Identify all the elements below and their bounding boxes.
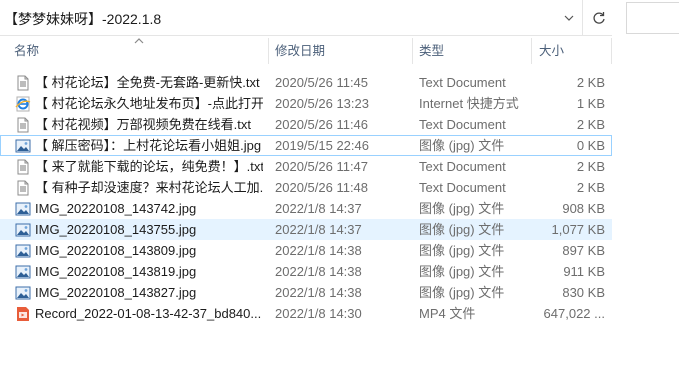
file-row[interactable]: 【 解压密码】：上村花论坛看小姐姐.jpg 2019/5/15 22:46 图像…: [0, 135, 612, 156]
file-name: 【 来了就能下载的论坛，纯免费！】.txt: [35, 159, 263, 174]
file-type: Text Document: [419, 159, 506, 174]
file-date-modified: 2020/5/26 11:48: [275, 180, 369, 195]
file-name: IMG_20220108_143809.jpg: [35, 243, 197, 258]
file-size: 0 KB: [576, 138, 605, 153]
file-type: 图像 (jpg) 文件: [419, 201, 505, 216]
file-list: 【 村花论坛】全免费-无套路-更新快.txt 2020/5/26 11:45 T…: [0, 72, 612, 324]
column-header-name[interactable]: 名称: [14, 37, 264, 65]
file-type: Text Document: [419, 117, 506, 132]
file-name: 【 有种子却没速度？来村花论坛人工加...: [35, 180, 263, 195]
file-size: 2 KB: [576, 180, 605, 195]
file-name: 【 村花论坛】全免费-无套路-更新快.txt: [35, 75, 260, 90]
column-divider[interactable]: [531, 38, 532, 64]
text-file-icon: [15, 75, 31, 91]
column-header-name-label: 名称: [14, 44, 40, 58]
file-name: 【 解压密码】：上村花论坛看小姐姐.jpg: [35, 138, 262, 153]
file-date-modified: 2019/5/15 22:46: [275, 138, 369, 153]
file-row[interactable]: IMG_20220108_143819.jpg 2022/1/8 14:38 图…: [0, 261, 612, 282]
file-size: 1 KB: [576, 96, 605, 111]
file-row[interactable]: 【 村花视频】万部视频免费在线看.txt 2020/5/26 11:46 Tex…: [0, 114, 612, 135]
address-divider: [582, 0, 583, 36]
column-divider[interactable]: [412, 38, 413, 64]
file-row[interactable]: 【 村花论坛】全免费-无套路-更新快.txt 2020/5/26 11:45 T…: [0, 72, 612, 93]
refresh-icon: [592, 12, 605, 24]
file-date-modified: 2022/1/8 14:37: [275, 201, 362, 216]
file-type: Internet 快捷方式: [419, 96, 519, 111]
column-header-date-label: 修改日期: [275, 44, 326, 58]
address-history-dropdown[interactable]: [556, 0, 582, 36]
file-date-modified: 2022/1/8 14:38: [275, 264, 362, 279]
file-size: 908 KB: [562, 201, 605, 216]
file-date-modified: 2020/5/26 11:47: [275, 159, 369, 174]
image-file-icon: [15, 201, 31, 217]
file-type: 图像 (jpg) 文件: [419, 222, 505, 237]
file-size: 647,022 ...: [543, 306, 605, 321]
text-file-icon: [15, 180, 31, 196]
file-type: Text Document: [419, 75, 506, 90]
file-name: IMG_20220108_143819.jpg: [35, 264, 197, 279]
file-size: 911 KB: [563, 264, 605, 279]
file-row[interactable]: Record_2022-01-08-13-42-37_bd840... 2022…: [0, 303, 612, 324]
file-type: 图像 (jpg) 文件: [419, 138, 505, 153]
file-size: 1,077 KB: [551, 222, 606, 237]
address-path[interactable]: 【梦梦妹妹呀】-2022.1.8: [4, 9, 161, 29]
file-row[interactable]: IMG_20220108_143742.jpg 2022/1/8 14:37 图…: [0, 198, 612, 219]
column-divider[interactable]: [268, 38, 269, 64]
file-name: IMG_20220108_143755.jpg: [35, 222, 197, 237]
file-date-modified: 2020/5/26 11:46: [275, 117, 369, 132]
chevron-down-icon: [564, 15, 574, 21]
file-type: 图像 (jpg) 文件: [419, 285, 505, 300]
column-header-date[interactable]: 修改日期: [275, 37, 410, 65]
file-size: 2 KB: [576, 159, 605, 174]
image-file-icon: [15, 285, 31, 301]
file-name: 【 村花论坛永久地址发布页】-点此打开: [35, 96, 263, 111]
file-name: IMG_20220108_143827.jpg: [35, 285, 197, 300]
text-file-icon: [15, 159, 31, 175]
file-row[interactable]: 【 村花论坛永久地址发布页】-点此打开 2020/5/26 13:23 Inte…: [0, 93, 612, 114]
file-type: 图像 (jpg) 文件: [419, 264, 505, 279]
refresh-button[interactable]: [585, 0, 612, 36]
file-date-modified: 2020/5/26 13:23: [275, 96, 369, 111]
file-row[interactable]: 【 有种子却没速度？来村花论坛人工加... 2020/5/26 11:48 Te…: [0, 177, 612, 198]
image-file-icon: [15, 222, 31, 238]
file-row[interactable]: IMG_20220108_143827.jpg 2022/1/8 14:38 图…: [0, 282, 612, 303]
address-bar[interactable]: 【梦梦妹妹呀】-2022.1.8: [0, 0, 612, 36]
file-row[interactable]: IMG_20220108_143755.jpg 2022/1/8 14:37 图…: [0, 219, 612, 240]
file-type: 图像 (jpg) 文件: [419, 243, 505, 258]
file-row[interactable]: 【 来了就能下载的论坛，纯免费！】.txt 2020/5/26 11:47 Te…: [0, 156, 612, 177]
column-header-size-label: 大小: [539, 44, 565, 58]
file-size: 2 KB: [576, 117, 605, 132]
file-date-modified: 2022/1/8 14:38: [275, 243, 362, 258]
column-header-size[interactable]: 大小: [539, 37, 609, 65]
file-type: MP4 文件: [419, 306, 476, 321]
column-header-type-label: 类型: [419, 44, 445, 58]
image-file-icon: [15, 138, 31, 154]
file-name: 【 村花视频】万部视频免费在线看.txt: [35, 117, 251, 132]
file-size: 897 KB: [562, 243, 605, 258]
column-divider[interactable]: [611, 38, 612, 64]
file-size: 830 KB: [562, 285, 605, 300]
search-input[interactable]: [626, 2, 679, 34]
column-header-type[interactable]: 类型: [419, 37, 529, 65]
image-file-icon: [15, 264, 31, 280]
file-date-modified: 2022/1/8 14:38: [275, 285, 362, 300]
file-size: 2 KB: [576, 75, 605, 90]
file-date-modified: 2020/5/26 11:45: [275, 75, 369, 90]
file-date-modified: 2022/1/8 14:37: [275, 222, 362, 237]
image-file-icon: [15, 243, 31, 259]
file-name: Record_2022-01-08-13-42-37_bd840...: [35, 306, 262, 321]
video-file-icon: [15, 306, 31, 322]
text-file-icon: [15, 117, 31, 133]
file-row[interactable]: IMG_20220108_143809.jpg 2022/1/8 14:38 图…: [0, 240, 612, 261]
file-date-modified: 2022/1/8 14:30: [275, 306, 362, 321]
file-name: IMG_20220108_143742.jpg: [35, 201, 197, 216]
file-type: Text Document: [419, 180, 506, 195]
internet-shortcut-icon: [15, 96, 31, 112]
